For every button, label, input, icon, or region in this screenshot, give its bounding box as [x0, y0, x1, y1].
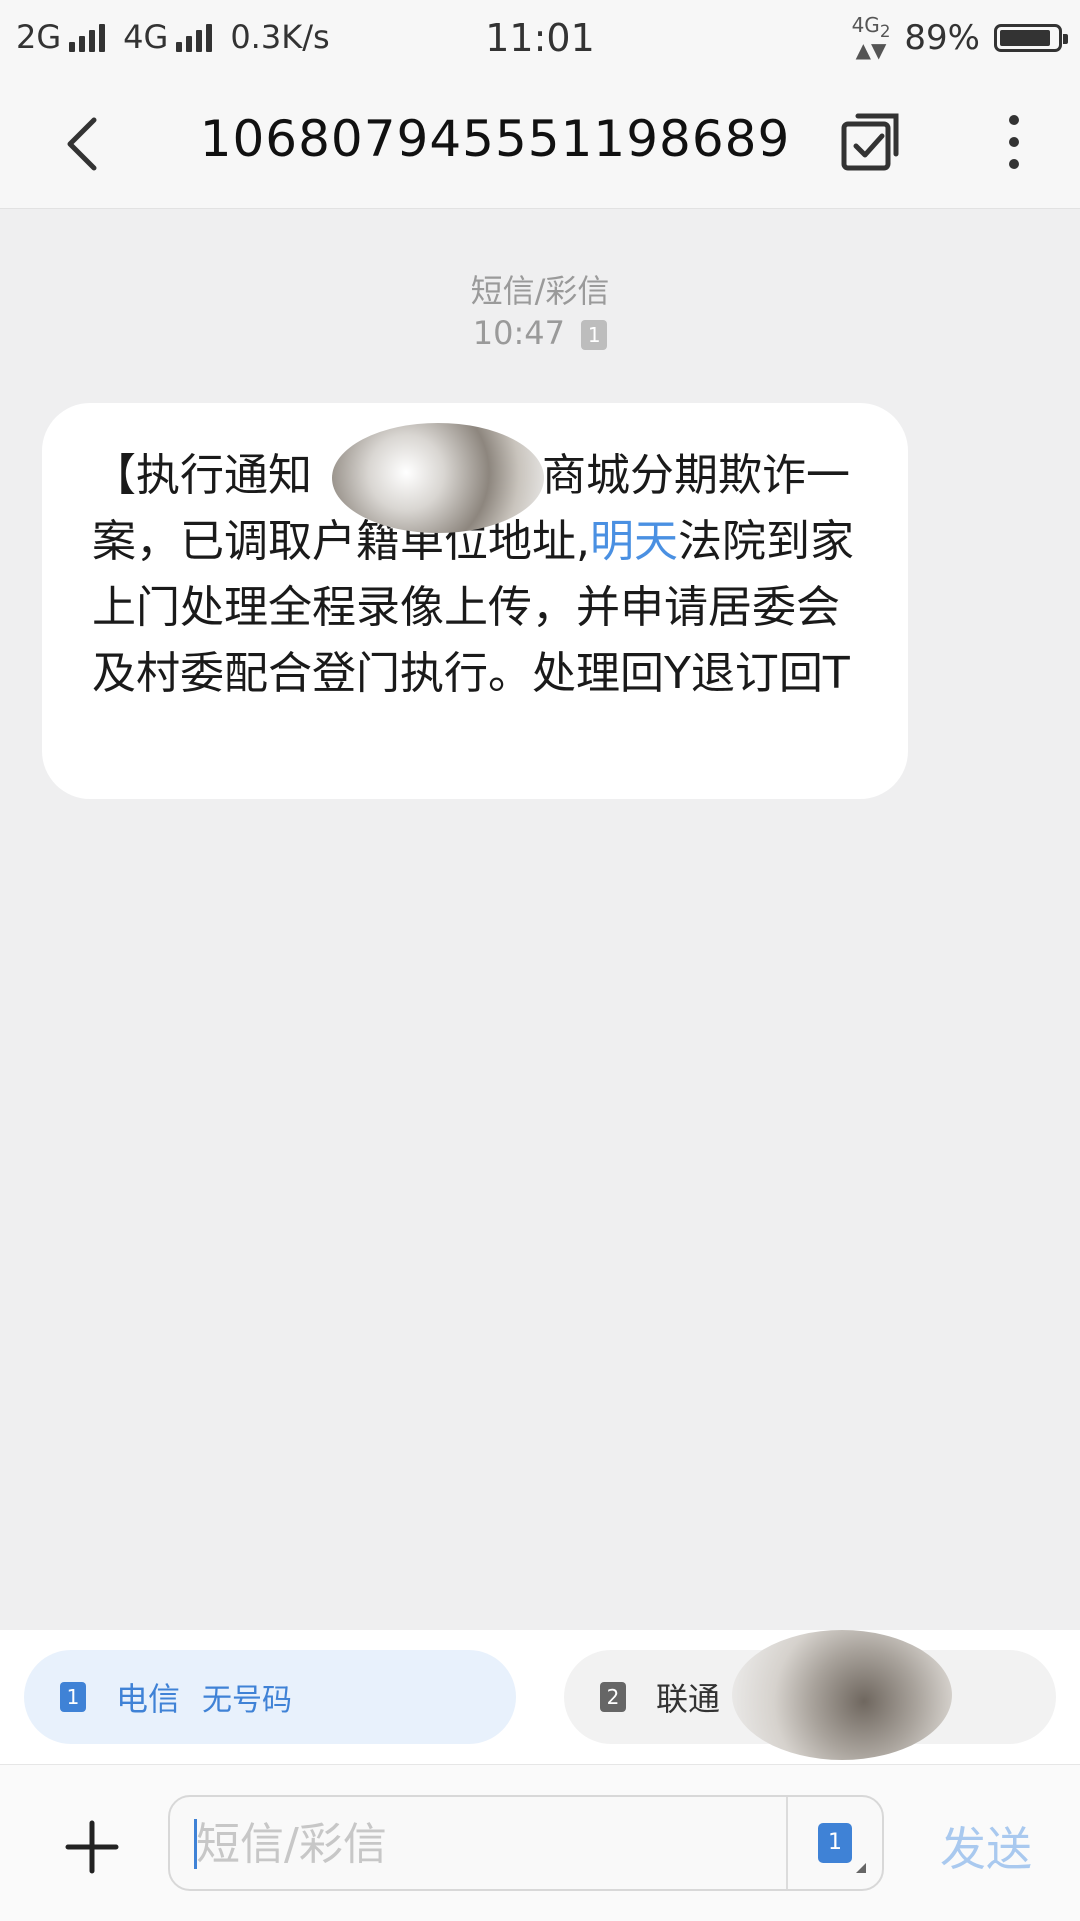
conversation-title: 106807945551198689	[199, 110, 791, 168]
text-cursor	[194, 1819, 197, 1869]
redaction-blur	[332, 423, 544, 533]
sim-option-2[interactable]: 2 联通	[564, 1630, 1056, 1760]
data-indicator-label: 4G	[851, 13, 880, 37]
input-divider	[786, 1797, 788, 1889]
send-button[interactable]: 发送	[940, 1813, 1032, 1879]
sim-2-carrier: 联通	[656, 1680, 721, 1718]
back-button[interactable]	[48, 108, 118, 180]
sim-picker-button[interactable]: 1	[818, 1823, 852, 1863]
message-input[interactable]	[186, 1797, 798, 1891]
edit-button[interactable]	[838, 110, 902, 174]
sim-badge: 1	[581, 320, 608, 350]
message-time: 10:47	[472, 314, 566, 352]
plus-icon	[65, 1820, 119, 1874]
status-right: 4G2 ▲▼ 89%	[851, 13, 1068, 62]
edit-square-icon	[841, 113, 899, 171]
sim-1-carrier: 电信	[116, 1680, 181, 1718]
message-meta: 短信/彩信 10:47 1	[0, 270, 1080, 354]
date-link[interactable]: 明天	[590, 516, 678, 567]
sim-1-number: 无号码	[202, 1683, 293, 1718]
title-bar: 106807945551198689	[0, 80, 1080, 209]
attach-button[interactable]	[62, 1817, 122, 1877]
sim-selector: 1 电信 无号码 2 联通	[0, 1630, 1080, 1764]
chevron-left-icon	[67, 117, 97, 171]
sim-option-1[interactable]: 1 电信 无号码	[24, 1650, 516, 1744]
more-options-button[interactable]	[984, 110, 1044, 174]
status-bar: 2G 4G 0.3K/s 11:01 4G2 ▲▼ 89%	[0, 0, 1080, 80]
data-indicator-icon: 4G2 ▲▼	[851, 13, 891, 62]
message-text-part1: 【执行通知	[92, 450, 312, 501]
battery-percent: 89%	[904, 17, 980, 58]
message-input-box: 1	[168, 1795, 884, 1891]
message-bubble[interactable]: 【执行通知 商城分期欺诈一案，已调取户籍单位地址,明天法院到家上门处理全程录像上传…	[42, 403, 908, 799]
composer-bar: 1 发送	[0, 1764, 1080, 1921]
sim-1-icon: 1	[60, 1682, 86, 1712]
dropdown-corner-icon	[856, 1863, 866, 1873]
redaction-blur	[732, 1630, 952, 1760]
battery-icon	[994, 23, 1068, 52]
more-vertical-icon	[1009, 115, 1019, 169]
message-time-row: 10:47 1	[0, 312, 1080, 354]
battery-fill	[1000, 29, 1050, 46]
message-type-label: 短信/彩信	[470, 272, 610, 310]
sim-2-icon: 2	[600, 1682, 626, 1712]
data-indicator-sub: 2	[879, 22, 891, 41]
